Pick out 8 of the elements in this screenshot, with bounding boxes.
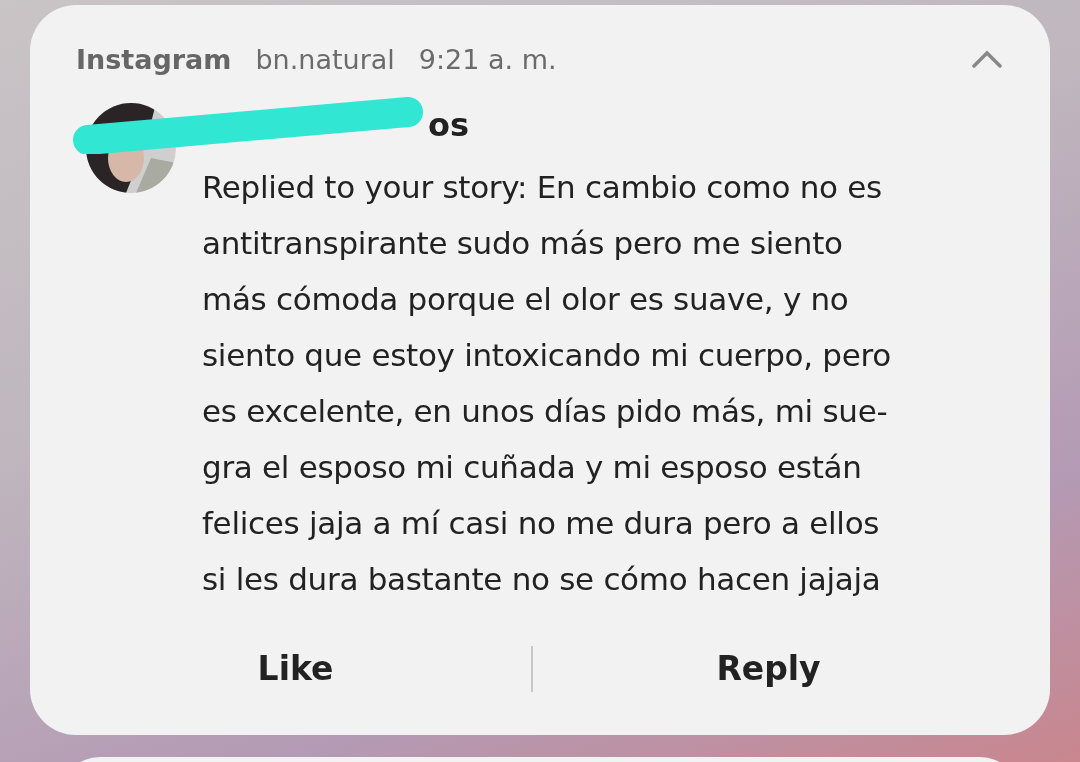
- message-text: Replied to your story: En cambio como no es antitranspirante sudo más pero me siento más cómoda porque el olor es suave, y no siento que estoy intoxicando mi cuerpo, pero es excelente, en unos días pido más, mi sue- gra el esposo mi cuñada y mi esposo están felices jaja a mí casi no me dura pero a ellos si les dura bastante no se cómo hacen jajaja: [202, 168, 891, 599]
- sender-name: os: [428, 106, 470, 144]
- account-name: bn.natural: [255, 43, 395, 75]
- notification-time: 9:21 a. m.: [418, 43, 557, 75]
- like-button[interactable]: Like: [60, 639, 531, 698]
- reply-button[interactable]: Reply: [533, 639, 1004, 698]
- app-name: Instagram: [76, 43, 232, 75]
- collapse-chevron-icon[interactable]: [972, 50, 1002, 68]
